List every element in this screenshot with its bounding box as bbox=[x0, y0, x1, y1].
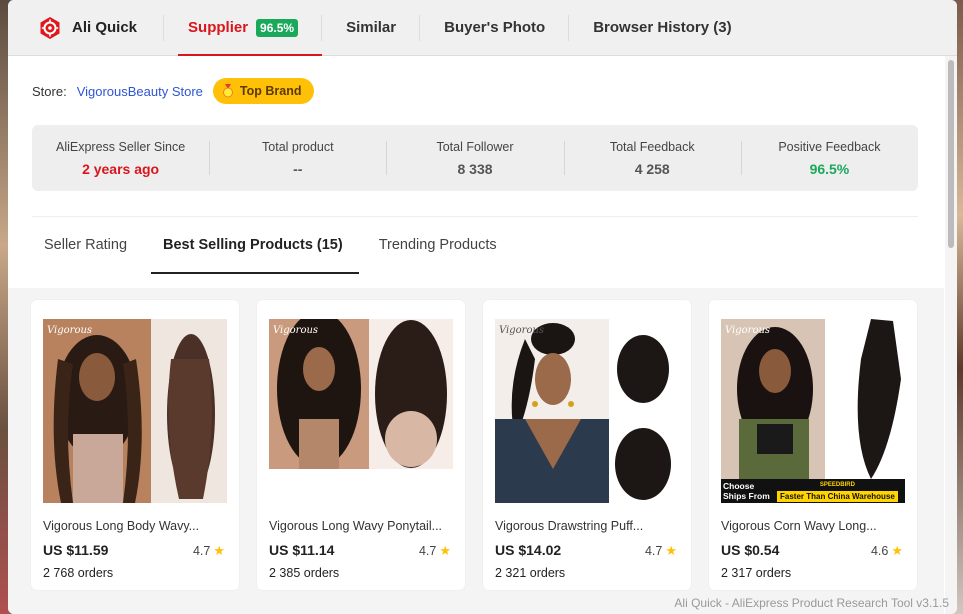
svg-text:Vigorous: Vigorous bbox=[273, 325, 318, 336]
tab-buyers-photo[interactable]: Buyer's Photo bbox=[420, 0, 570, 56]
stat-value: 8 338 bbox=[457, 160, 493, 177]
stat-value: -- bbox=[293, 160, 303, 177]
positive-feedback-badge: 96.5% bbox=[256, 18, 299, 37]
top-brand-label: Top Brand bbox=[239, 84, 302, 98]
stat-label: Total product bbox=[262, 139, 334, 154]
svg-text:Vigorous: Vigorous bbox=[47, 325, 92, 336]
product-title[interactable]: Vigorous Long Body Wavy... bbox=[43, 519, 199, 533]
star-icon: ★ bbox=[891, 543, 903, 558]
product-image[interactable]: Choose Ships From SPEEDBIRD Faster Than … bbox=[721, 319, 905, 503]
store-name-link[interactable]: VigorousBeauty Store bbox=[77, 84, 203, 99]
product-photo: Vigorous bbox=[269, 319, 453, 503]
rating-value: 4.7 bbox=[644, 544, 663, 558]
stat-label: Total Feedback bbox=[609, 139, 695, 154]
product-card[interactable]: Vigorous Vigorous Long Wavy Ponytail... … bbox=[257, 300, 465, 590]
stat-label: Positive Feedback bbox=[778, 139, 881, 154]
product-title[interactable]: Vigorous Drawstring Puff... bbox=[495, 519, 643, 533]
product-card[interactable]: Choose Ships From SPEEDBIRD Faster Than … bbox=[709, 300, 917, 590]
tab-supplier[interactable]: Supplier 96.5% bbox=[164, 0, 323, 56]
rating-value: 4.7 bbox=[192, 544, 211, 558]
rating-value: 4.6 bbox=[870, 544, 889, 558]
product-image[interactable]: Vigorous bbox=[43, 319, 227, 503]
tab-supplier-label: Supplier bbox=[188, 19, 249, 36]
star-icon: ★ bbox=[439, 543, 451, 558]
stat-seller-since: AliExpress Seller Since 2 years ago bbox=[32, 125, 209, 191]
scrollbar-thumb[interactable] bbox=[948, 60, 954, 248]
product-price: US $0.54 bbox=[721, 542, 780, 558]
product-price: US $14.02 bbox=[495, 542, 562, 558]
svg-text:Vigorous: Vigorous bbox=[499, 325, 544, 336]
product-rating: 4.7 ★ bbox=[645, 543, 677, 559]
product-subtabs: Seller Rating Best Selling Products (15)… bbox=[32, 224, 521, 274]
ali-quick-panel: Ali Quick Supplier 96.5% Similar Buyer's… bbox=[8, 0, 957, 614]
product-image[interactable]: Vigorous bbox=[269, 319, 453, 503]
top-tab-bar: Ali Quick Supplier 96.5% Similar Buyer's… bbox=[8, 0, 957, 56]
product-rating: 4.7 ★ bbox=[419, 543, 451, 559]
product-image[interactable]: Vigorous bbox=[495, 319, 679, 503]
product-photo: Vigorous bbox=[43, 319, 227, 503]
product-photo: Vigorous bbox=[495, 319, 679, 503]
seller-stats: AliExpress Seller Since 2 years ago Tota… bbox=[32, 125, 918, 191]
stat-label: AliExpress Seller Since bbox=[55, 139, 186, 154]
ali-quick-logo-icon bbox=[40, 16, 60, 39]
product-card[interactable]: Vigorous Vigorous Long Body Wavy... US $… bbox=[31, 300, 239, 590]
product-rating: 4.6 ★ bbox=[871, 543, 903, 559]
tab-browser-history[interactable]: Browser History (3) bbox=[569, 0, 755, 56]
medal-icon bbox=[222, 84, 233, 98]
product-rating: 4.7 ★ bbox=[193, 543, 225, 559]
tab-similar[interactable]: Similar bbox=[322, 0, 421, 56]
rating-value: 4.7 bbox=[418, 544, 437, 558]
product-orders: 2 321 orders bbox=[495, 566, 566, 580]
subtab-seller-rating[interactable]: Seller Rating bbox=[32, 224, 139, 266]
stat-positive-feedback: Positive Feedback 96.5% bbox=[740, 125, 918, 191]
stat-label: Total Follower bbox=[436, 139, 514, 154]
stat-value: 4 258 bbox=[634, 160, 670, 177]
tab-buyers-photo-label: Buyer's Photo bbox=[444, 19, 546, 36]
stat-value: 96.5% bbox=[809, 160, 850, 177]
stat-total-product: Total product -- bbox=[209, 125, 386, 191]
subtab-trending[interactable]: Trending Products bbox=[367, 224, 509, 266]
brand[interactable]: Ali Quick bbox=[38, 14, 165, 41]
stat-total-feedback: Total Feedback 4 258 bbox=[563, 125, 741, 191]
product-price: US $11.59 bbox=[43, 542, 109, 558]
product-orders: 2 768 orders bbox=[43, 566, 114, 580]
product-orders: 2 317 orders bbox=[721, 566, 792, 580]
star-icon: ★ bbox=[213, 543, 225, 558]
subtab-best-selling[interactable]: Best Selling Products (15) bbox=[151, 224, 359, 274]
product-title[interactable]: Vigorous Corn Wavy Long... bbox=[721, 519, 877, 533]
footer-version: Ali Quick - AliExpress Product Research … bbox=[674, 596, 949, 610]
product-price: US $11.14 bbox=[269, 542, 335, 558]
product-orders: 2 385 orders bbox=[269, 566, 340, 580]
scrollbar[interactable] bbox=[945, 56, 957, 614]
product-card[interactable]: Vigorous Vigorous Drawstring Puff... US … bbox=[483, 300, 691, 590]
store-row: Store: VigorousBeauty Store Top Brand bbox=[32, 78, 314, 104]
product-grid: Vigorous Vigorous Long Body Wavy... US $… bbox=[8, 288, 944, 614]
stat-value: 2 years ago bbox=[82, 160, 160, 177]
product-logo-overlay: Vigorous bbox=[725, 325, 770, 336]
tab-similar-label: Similar bbox=[346, 19, 397, 36]
section-divider bbox=[32, 216, 918, 217]
tab-browser-history-label: Browser History (3) bbox=[593, 19, 732, 36]
top-brand-badge: Top Brand bbox=[212, 78, 314, 104]
stat-total-follower: Total Follower 8 338 bbox=[386, 125, 563, 191]
svg-text:Vigorous: Vigorous bbox=[725, 325, 770, 336]
store-label: Store: bbox=[32, 83, 67, 99]
app-name: Ali Quick bbox=[72, 19, 138, 36]
star-icon: ★ bbox=[665, 543, 677, 558]
product-title[interactable]: Vigorous Long Wavy Ponytail... bbox=[269, 519, 442, 533]
